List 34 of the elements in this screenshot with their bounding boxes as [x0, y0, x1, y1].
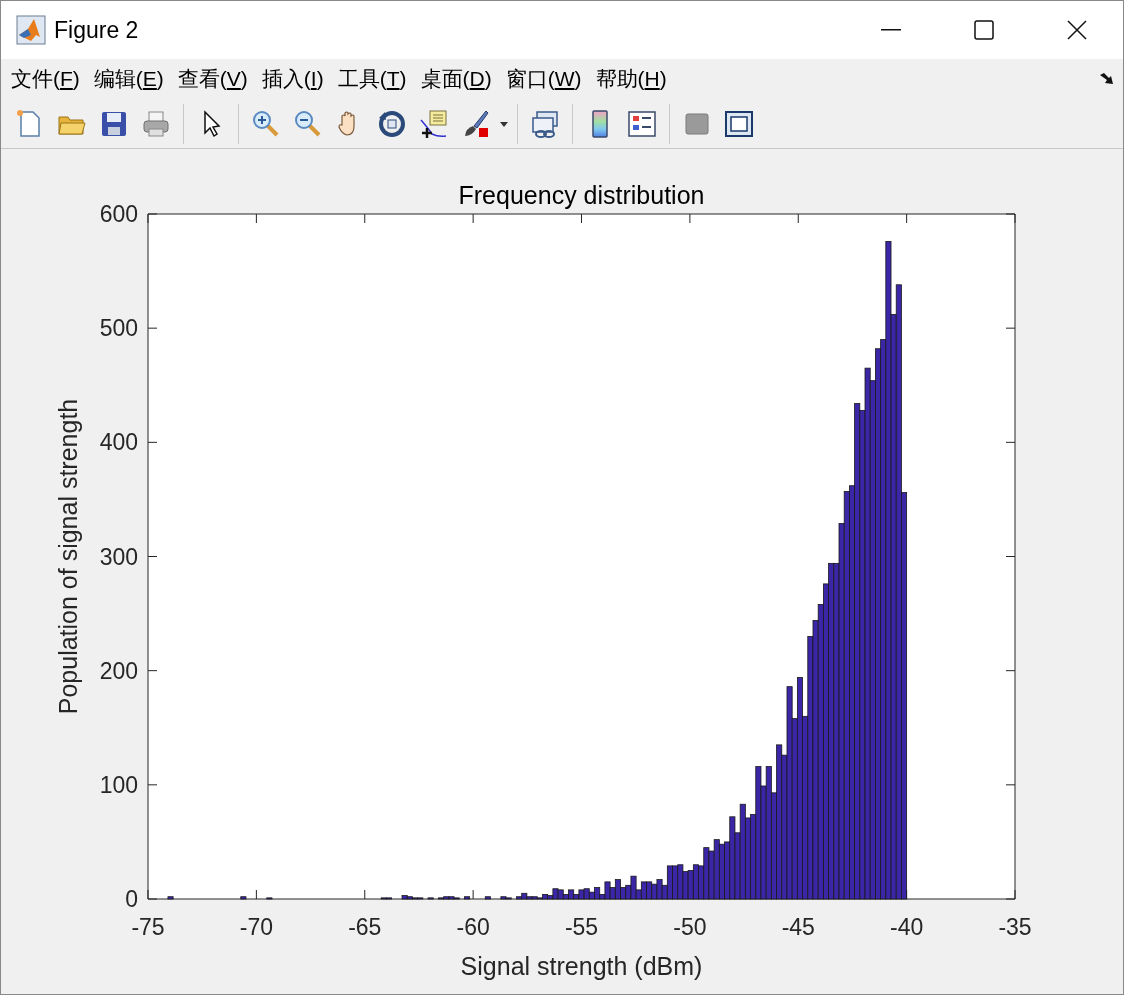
y-tick-label: 0 [125, 886, 138, 912]
x-tick-label: -55 [564, 914, 599, 940]
y-tick-label: 400 [99, 429, 138, 456]
menu-item[interactable]: 桌面(D) [420, 63, 492, 95]
x-tick-label: -35 [998, 914, 1032, 940]
y-tick-label: 600 [99, 201, 138, 227]
x-tick-label: -40 [890, 914, 924, 940]
menu-item[interactable]: 帮助(H) [595, 63, 667, 95]
menu-item[interactable]: 窗口(W) [505, 63, 582, 95]
minimize-icon [880, 29, 901, 31]
x-axis-label: Signal strength (dBm) [460, 952, 703, 980]
y-tick-label: 500 [99, 315, 138, 342]
dock-arrow-icon[interactable] [1099, 72, 1115, 86]
menu-item[interactable]: 编辑(E) [93, 63, 164, 95]
window-title: Figure 2 [54, 15, 139, 45]
data-cursor-icon[interactable] [418, 107, 450, 140]
close-icon [1066, 20, 1087, 40]
y-axis-label: Population of signal strength [54, 398, 82, 715]
chart-title: Frequency distribution [458, 181, 705, 209]
menu-item[interactable]: 文件(F) [11, 63, 80, 95]
menu-item[interactable]: 插入(I) [261, 63, 324, 95]
x-tick-label: -75 [131, 914, 165, 940]
x-tick-label: -60 [456, 914, 490, 940]
x-tick-label: -65 [348, 914, 382, 940]
x-tick-label: -70 [239, 914, 273, 940]
x-tick-label: -50 [673, 914, 707, 940]
y-tick-label: 300 [99, 543, 138, 570]
y-tick-label: 200 [99, 657, 138, 684]
x-tick-label: -45 [781, 914, 815, 940]
menu-item[interactable]: 工具(T) [337, 63, 407, 95]
menu-item[interactable]: 查看(V) [177, 63, 248, 95]
matlab-logo-icon [16, 15, 46, 45]
maximize-icon [973, 20, 994, 40]
y-tick-label: 100 [99, 771, 138, 798]
